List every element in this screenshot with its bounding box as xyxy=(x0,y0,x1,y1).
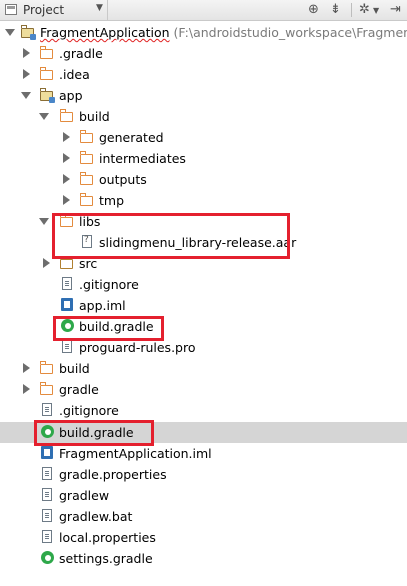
tree-row-label: intermediates xyxy=(99,151,186,166)
highlight-box-libs xyxy=(52,213,290,259)
project-view-label: Project xyxy=(23,3,65,17)
tree-row-root-gradle[interactable]: gradle xyxy=(0,379,407,400)
tree-row-app-build[interactable]: build xyxy=(0,106,407,127)
tree-row-label: gradle.properties xyxy=(59,467,167,482)
tree-row-root-build[interactable]: build xyxy=(0,358,407,379)
folder-icon xyxy=(39,361,53,374)
tree-row-gradlew[interactable]: gradlew xyxy=(0,485,407,506)
gear-dropdown-icon[interactable]: ▼ xyxy=(373,6,379,15)
expand-arrow-icon[interactable] xyxy=(21,92,31,99)
tree-row-label: proguard-rules.pro xyxy=(79,340,196,355)
highlight-box-root-build-gradle xyxy=(34,420,154,446)
tree-row-label: app xyxy=(59,88,83,103)
tree-row-gradlew-bat[interactable]: gradlew.bat xyxy=(0,506,407,527)
collapse-arrow-icon[interactable] xyxy=(63,153,70,163)
expand-arrow-icon[interactable] xyxy=(39,218,49,225)
collapse-arrow-icon[interactable] xyxy=(23,363,30,373)
target-icon[interactable]: ⊕ xyxy=(308,2,319,17)
collapse-icon[interactable]: ⇟ xyxy=(330,2,341,17)
text-file-icon xyxy=(42,403,52,416)
tree-row-label: .idea xyxy=(59,67,90,82)
tree-row-label: .gradle xyxy=(59,46,103,61)
tree-row-app-module[interactable]: app xyxy=(0,85,407,106)
text-file-icon xyxy=(62,277,72,290)
tree-row-label: build xyxy=(59,361,90,376)
expand-arrow-icon[interactable] xyxy=(39,113,49,120)
gradle-icon xyxy=(41,551,54,564)
tree-row-gradle-properties[interactable]: gradle.properties xyxy=(0,464,407,485)
toolbar-divider xyxy=(351,3,352,17)
text-file-icon xyxy=(42,530,52,543)
tree-row-label: build xyxy=(79,109,110,124)
text-file-icon xyxy=(62,340,72,353)
gear-icon[interactable]: ✲ xyxy=(359,2,370,17)
tree-row-label: app.iml xyxy=(79,298,126,313)
tree-row-tmp[interactable]: tmp xyxy=(0,190,407,211)
tree-row-app-iml[interactable]: app.iml xyxy=(0,295,407,316)
project-path-text: (F:\androidstudio_workspace\Fragment/ xyxy=(173,25,407,40)
module-folder-icon xyxy=(20,25,36,40)
tree-row-app-gitignore[interactable]: .gitignore xyxy=(0,274,407,295)
folder-icon xyxy=(59,109,73,122)
tree-row-label: FragmentApplication xyxy=(40,25,170,40)
folder-icon xyxy=(79,193,93,206)
tree-row-generated[interactable]: generated xyxy=(0,127,407,148)
tree-row-label: gradlew.bat xyxy=(59,509,133,524)
highlight-box-app-build-gradle xyxy=(53,316,164,341)
tree-row-label: gradlew xyxy=(59,488,110,503)
tree-row-root-gitignore[interactable]: .gitignore xyxy=(0,400,407,421)
text-file-icon xyxy=(42,509,52,522)
module-folder-icon xyxy=(39,88,55,103)
tree-row-label: local.properties xyxy=(59,530,156,545)
hide-icon[interactable]: ⇥ xyxy=(390,2,401,17)
source-folder-icon xyxy=(59,256,73,269)
tree-row-label: .gitignore xyxy=(59,403,119,418)
tree-row-settings-gradle[interactable]: settings.gradle xyxy=(0,548,407,569)
tree-row-label: gradle xyxy=(59,382,99,397)
collapse-arrow-icon[interactable] xyxy=(23,384,30,394)
tree-row-idea-folder[interactable]: .idea xyxy=(0,64,407,85)
iml-icon xyxy=(61,298,73,311)
collapse-arrow-icon[interactable] xyxy=(63,132,70,142)
tree-row-fragment-iml[interactable]: FragmentApplication.iml xyxy=(0,443,407,464)
tree-row-label: FragmentApplication.iml xyxy=(59,446,212,461)
tree-row-project-root[interactable]: FragmentApplication (F:\androidstudio_wo… xyxy=(0,22,407,43)
collapse-arrow-icon[interactable] xyxy=(63,195,70,205)
tree-row-label: .gitignore xyxy=(79,277,139,292)
project-icon xyxy=(5,4,17,15)
tree-row-local-properties[interactable]: local.properties xyxy=(0,527,407,548)
folder-icon xyxy=(39,382,53,395)
folder-icon xyxy=(39,67,53,80)
collapse-arrow-icon[interactable] xyxy=(23,69,30,79)
iml-icon xyxy=(41,446,53,459)
collapse-arrow-icon[interactable] xyxy=(63,174,70,184)
folder-icon xyxy=(79,130,93,143)
tree-row-label: outputs xyxy=(99,172,147,187)
folder-icon xyxy=(79,151,93,164)
folder-icon xyxy=(39,46,53,59)
tree-row-intermediates[interactable]: intermediates xyxy=(0,148,407,169)
expand-arrow-icon[interactable] xyxy=(5,29,15,36)
project-toolbar: Project ▼ ⊕ ⇟ ✲ ▼ ⇥ xyxy=(0,0,407,21)
tree-row-gradle-folder[interactable]: .gradle xyxy=(0,43,407,64)
tree-row-label: generated xyxy=(99,130,164,145)
collapse-arrow-icon[interactable] xyxy=(23,48,30,58)
tree-row-label: tmp xyxy=(99,193,125,208)
tree-row-outputs[interactable]: outputs xyxy=(0,169,407,190)
tree-row-label: settings.gradle xyxy=(59,551,153,566)
dropdown-caret-icon: ▼ xyxy=(96,3,103,13)
folder-icon xyxy=(79,172,93,185)
project-view-selector[interactable]: Project ▼ xyxy=(0,0,108,20)
text-file-icon xyxy=(42,488,52,501)
text-file-icon xyxy=(42,467,52,480)
collapse-arrow-icon[interactable] xyxy=(43,258,50,268)
